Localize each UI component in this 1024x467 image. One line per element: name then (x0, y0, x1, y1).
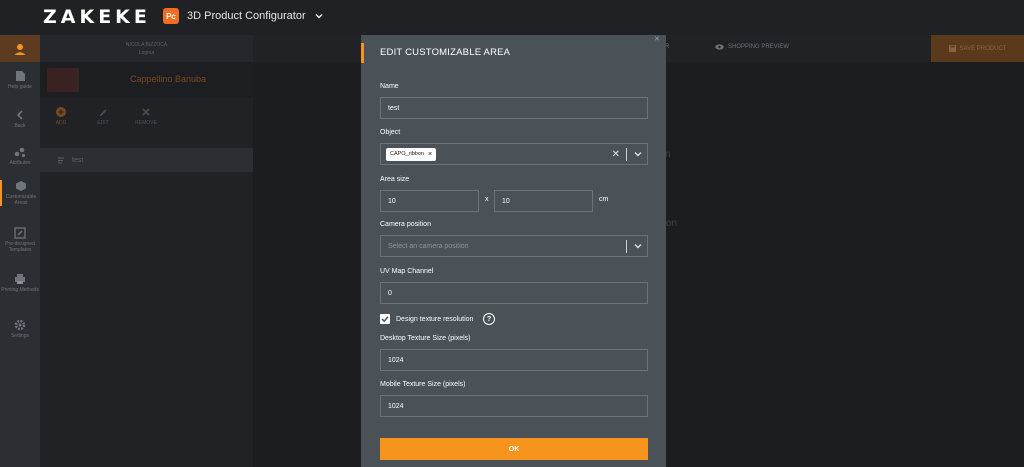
attributes-icon (14, 147, 26, 158)
desktop-size-label: Desktop Texture Size (pixels) (380, 335, 471, 342)
chevron-left-icon (16, 110, 23, 120)
size-unit: cm (599, 196, 609, 203)
name-input[interactable]: test (380, 97, 648, 119)
object-label: Object (380, 129, 401, 136)
edit-area-button[interactable]: EDIT (89, 107, 117, 126)
chip-remove-icon[interactable]: × (428, 151, 432, 158)
logout-link[interactable]: Logout (40, 49, 253, 57)
user-icon (14, 43, 26, 55)
area-size-label: Area size (380, 176, 410, 183)
area-icon (58, 157, 64, 163)
clear-icon[interactable]: ✕ (612, 149, 620, 160)
ok-button[interactable]: OK (380, 438, 648, 460)
floppy-disk-icon (948, 45, 956, 52)
design-resolution-label: Design texture resolution (396, 316, 474, 323)
camera-position-label: Camera position (380, 221, 431, 228)
plus-circle-icon (56, 107, 66, 117)
user-header: NICOLA BIZZOCA Logout (40, 35, 253, 62)
name-label: Name (380, 83, 399, 90)
chevron-down-icon[interactable] (633, 149, 643, 159)
tab-shopping-preview[interactable]: SHOPPING PREVIEW (715, 44, 789, 50)
mobile-size-input[interactable]: 1024 (380, 395, 648, 417)
modal-close-icon[interactable]: ✕ (654, 35, 660, 43)
areas-panel: NICOLA BIZZOCA Logout Cappellino Banuba … (40, 35, 253, 467)
uv-map-label: UV Map Channel (380, 268, 434, 275)
nav-back[interactable]: Back (0, 109, 40, 129)
nav-customizable-areas[interactable]: Customizable Areas (0, 180, 40, 206)
printer-icon (15, 274, 25, 284)
background-text: on (666, 218, 678, 229)
cube-icon (16, 181, 26, 191)
close-icon (142, 108, 150, 116)
area-tools: ADD EDIT REMOVE (40, 107, 253, 131)
area-height-input[interactable]: 10 (494, 190, 593, 212)
area-list-item[interactable]: test (40, 148, 253, 172)
gear-icon (14, 319, 26, 331)
app-badge-icon: Pc (163, 8, 179, 24)
chevron-down-icon (315, 13, 323, 19)
uv-map-input[interactable]: 0 (380, 282, 648, 304)
camera-position-select[interactable]: Select an camera position (380, 235, 648, 257)
top-bar: ZAKEKE Pc 3D Product Configurator (0, 0, 1024, 35)
nav-predesigned-templates[interactable]: Pre-designed Templates (0, 227, 40, 253)
object-chip: CAPO_ribbon × (386, 147, 437, 161)
eye-icon (715, 44, 724, 50)
nav-help-guide[interactable]: Help guide (0, 70, 40, 90)
product-name: Cappellino Banuba (130, 74, 207, 84)
select-separator (626, 239, 627, 253)
pencil-icon (100, 109, 107, 116)
area-width-input[interactable]: 10 (380, 190, 479, 212)
checkmark-icon (381, 316, 389, 323)
mobile-size-label: Mobile Texture Size (pixels) (380, 381, 466, 388)
design-resolution-checkbox[interactable] (380, 314, 390, 324)
product-thumbnail (47, 68, 79, 92)
object-select[interactable]: CAPO_ribbon × ✕ (380, 143, 648, 165)
add-area-button[interactable]: ADD (47, 107, 75, 126)
user-name: NICOLA BIZZOCA (125, 42, 168, 48)
nav-printing-methods[interactable]: Printing Methods (0, 273, 40, 293)
remove-area-button[interactable]: REMOVE (132, 107, 160, 126)
product-row[interactable]: Cappellino Banuba (40, 62, 253, 98)
save-product-button[interactable]: SAVE PRODUCT (931, 35, 1024, 62)
nav-settings[interactable]: Settings (0, 319, 40, 339)
app-name: 3D Product Configurator (187, 10, 306, 22)
user-avatar[interactable] (0, 35, 40, 62)
size-separator: x (485, 196, 489, 203)
chevron-down-icon[interactable] (633, 241, 643, 251)
select-separator (626, 147, 627, 161)
nav-attributes[interactable]: Attributes (0, 146, 40, 166)
help-icon[interactable]: ? (483, 313, 495, 325)
zakeke-logo[interactable]: ZAKEKE (43, 6, 151, 28)
edit-template-icon (14, 227, 26, 239)
edit-area-modal: ✕ EDIT CUSTOMIZABLE AREA Name test Objec… (361, 35, 666, 467)
document-icon (15, 71, 25, 81)
desktop-size-input[interactable]: 1024 (380, 349, 648, 371)
modal-title: EDIT CUSTOMIZABLE AREA (361, 43, 666, 63)
left-nav: Help guide Back Attributes Customizable … (0, 35, 40, 467)
app-switcher[interactable]: Pc 3D Product Configurator (163, 8, 324, 24)
